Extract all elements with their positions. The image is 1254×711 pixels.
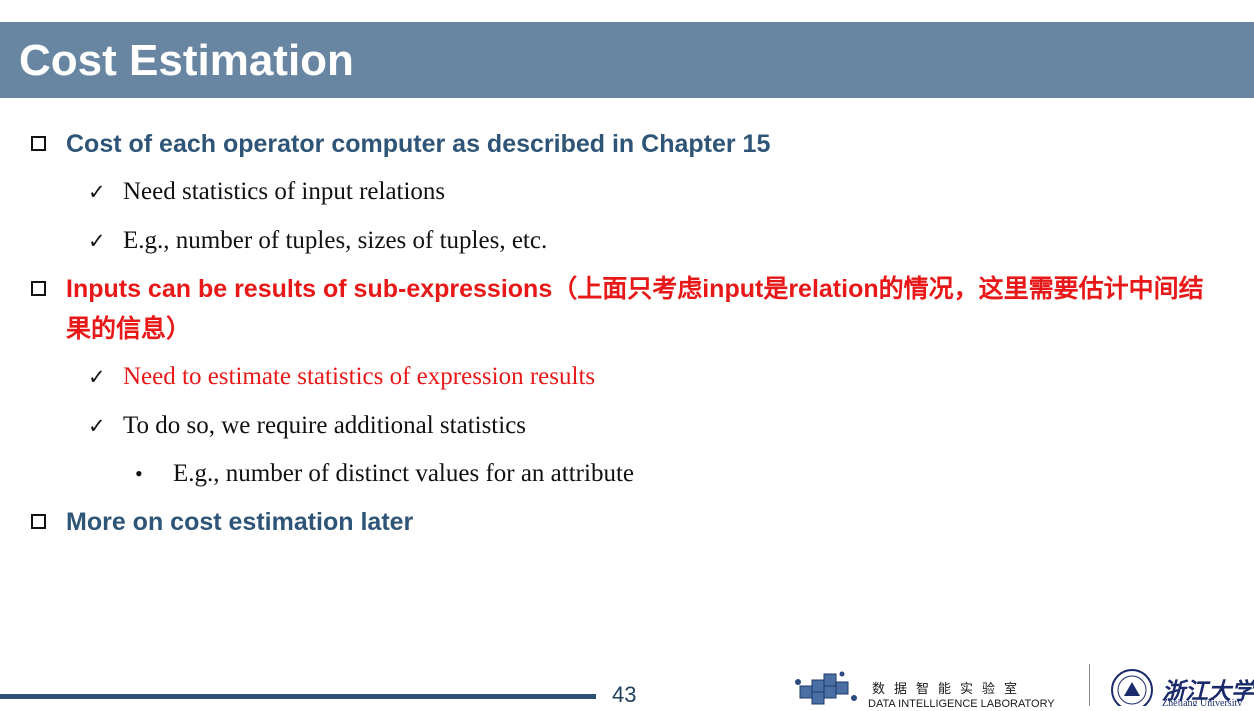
bullet-1-1-text: Need statistics of input relations [123, 178, 446, 205]
page-number: 43 [612, 682, 637, 707]
zju-seal-icon [1111, 669, 1153, 706]
square-bullet-icon [31, 136, 46, 151]
cubes-logo-icon [795, 671, 857, 705]
bullet-2-2-1-text: E.g., number of distinct values for an a… [173, 460, 634, 487]
lab-name-cn: 数据智能实验室 [872, 682, 1027, 697]
checkmark-icon: ✓ [88, 180, 106, 204]
checkmark-icon: ✓ [88, 414, 106, 438]
bullet-1-2-text: E.g., number of tuples, sizes of tuples,… [123, 227, 548, 254]
square-bullet-icon [31, 281, 46, 296]
checkmark-icon: ✓ [88, 365, 106, 389]
footer-line [0, 694, 596, 699]
dot-bullet-icon: • [135, 461, 143, 486]
square-bullet-icon [31, 514, 46, 529]
logo-divider [1089, 664, 1090, 706]
bullet-3-text: More on cost estimation later [66, 508, 414, 536]
lab-logo: 数据智能实验室 DATA INTELLIGENCE LABORATORY [794, 668, 1084, 710]
checkmark-icon: ✓ [88, 229, 106, 253]
lab-name-en: DATA INTELLIGENCE LABORATORY [868, 698, 1055, 710]
bullet-2-text: Inputs can be results of sub-expressions… [66, 275, 1204, 343]
bullet-2-2-text: To do so, we require additional statisti… [123, 412, 527, 439]
university-name-en: Zhejiang University [1162, 698, 1243, 706]
bullet-1-text: Cost of each operator computer as descri… [66, 130, 771, 158]
university-logo: 浙江大学 Zhejiang University [1108, 668, 1254, 706]
slide-content: Cost of each operator computer as descri… [0, 0, 1254, 706]
bullet-2-1-text: Need to estimate statistics of expressio… [123, 363, 596, 390]
